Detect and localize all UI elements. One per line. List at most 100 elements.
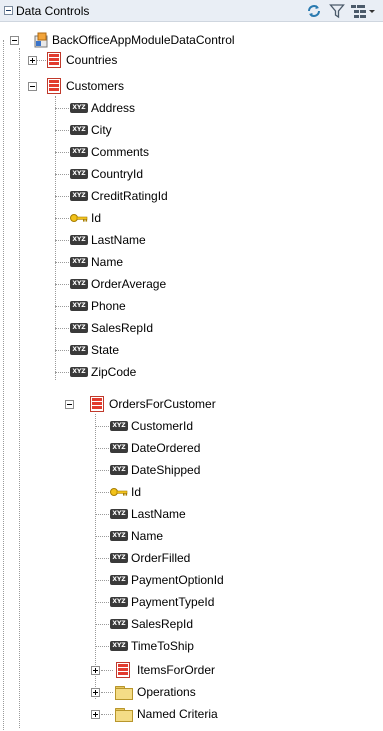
tree-node-attribute[interactable]: XYZ Comments	[0, 142, 383, 162]
tree-node-customers[interactable]: Customers	[0, 76, 383, 96]
tree-node-label: PaymentOptionId	[131, 573, 224, 587]
tree-connector	[55, 108, 69, 110]
tree-connector	[95, 602, 109, 604]
tree-node-label: Comments	[91, 145, 150, 159]
tree-connector	[95, 448, 109, 450]
tree-node-label: Operations	[137, 685, 196, 699]
tree-node-attribute[interactable]: XYZ City	[0, 120, 383, 140]
tree-node-label: Countries	[66, 53, 118, 67]
tree-node-attribute[interactable]: Id	[0, 208, 383, 228]
collapse-toggle-icon[interactable]	[65, 400, 74, 409]
tree-connector	[55, 284, 69, 286]
expand-toggle-icon[interactable]	[91, 666, 100, 675]
tree-connector	[55, 240, 69, 242]
collection-icon	[47, 52, 61, 68]
tree-connector	[101, 714, 113, 716]
tree-node-label: City	[91, 123, 112, 137]
tree-node-label: CountryId	[91, 167, 144, 181]
tree-connector	[95, 646, 109, 648]
tree-connector	[55, 152, 69, 154]
tree-node-attribute[interactable]: XYZ CreditRatingId	[0, 186, 383, 206]
attribute-icon: XYZ	[110, 553, 128, 563]
tree-node-attribute[interactable]: XYZ OrderFilled	[0, 548, 383, 568]
tree-node-attribute[interactable]: XYZ ZipCode	[0, 362, 383, 382]
expand-toggle-icon[interactable]	[28, 56, 37, 65]
tree-node-label: Name	[131, 529, 164, 543]
tree-node-attribute[interactable]: XYZ TimeToShip	[0, 636, 383, 656]
tree-node-attribute[interactable]: XYZ State	[0, 340, 383, 360]
tree-connector	[95, 624, 109, 626]
attribute-icon: XYZ	[70, 103, 88, 113]
tree-connector	[55, 306, 69, 308]
attribute-icon: XYZ	[110, 531, 128, 541]
tree-connector	[55, 350, 69, 352]
tree-node-label: ZipCode	[91, 365, 137, 379]
attribute-icon: XYZ	[70, 301, 88, 311]
filter-icon[interactable]	[329, 3, 345, 19]
tree-node-attribute[interactable]: XYZ DateOrdered	[0, 438, 383, 458]
tree-connector	[55, 130, 69, 132]
tree-connector	[55, 328, 69, 330]
tree-node-attribute[interactable]: XYZ SalesRepId	[0, 614, 383, 634]
attribute-icon: XYZ	[70, 147, 88, 157]
expand-toggle-icon[interactable]	[91, 688, 100, 697]
tree-node-attribute[interactable]: XYZ Name	[0, 526, 383, 546]
tree-node-root[interactable]: BackOfficeAppModuleDataControl	[0, 30, 383, 50]
tree-connector	[95, 426, 109, 428]
tree-node-attribute[interactable]: XYZ Phone	[0, 296, 383, 316]
tree-node-attribute[interactable]: XYZ Name	[0, 252, 383, 272]
tree-node-attribute[interactable]: XYZ LastName	[0, 230, 383, 250]
attribute-icon: XYZ	[110, 443, 128, 453]
collapse-toggle-icon[interactable]	[28, 82, 37, 91]
tree-connector	[55, 196, 69, 198]
tree-node-label: LastName	[131, 507, 186, 521]
tree-connector	[95, 580, 109, 582]
tree-node-attribute[interactable]: XYZ CustomerId	[0, 416, 383, 436]
tree-node-operations[interactable]: Operations	[0, 682, 383, 702]
tree-node-countries[interactable]: Countries	[0, 50, 383, 70]
tree-node-attribute[interactable]: XYZ CountryId	[0, 164, 383, 184]
tree-node-label: State	[91, 343, 120, 357]
tree-node-attribute[interactable]: XYZ Address	[0, 98, 383, 118]
collapse-panel-icon[interactable]	[4, 6, 13, 15]
attribute-icon: XYZ	[110, 465, 128, 475]
folder-icon	[115, 708, 133, 722]
tree-node-attribute[interactable]: Id	[0, 482, 383, 502]
expand-toggle-icon[interactable]	[91, 710, 100, 719]
tree-node-label: Address	[91, 101, 136, 115]
tree-node-attribute[interactable]: XYZ PaymentTypeId	[0, 592, 383, 612]
panel-title: Data Controls	[16, 4, 90, 18]
tree-node-itemsfororder[interactable]: ItemsForOrder	[0, 660, 383, 680]
tree-node-label: SalesRepId	[91, 321, 154, 335]
tree-node-named-criteria[interactable]: Named Criteria	[0, 704, 383, 724]
tree-node-label: Id	[91, 211, 102, 225]
tree-node-attribute[interactable]: XYZ OrderAverage	[0, 274, 383, 294]
tree-connector	[55, 174, 69, 176]
tree-node-label: Named Criteria	[137, 707, 218, 721]
attribute-icon: XYZ	[70, 235, 88, 245]
tree-node-label: Id	[131, 485, 142, 499]
tree-connector	[55, 218, 69, 220]
collapse-toggle-icon[interactable]	[10, 36, 19, 45]
attribute-icon: XYZ	[70, 169, 88, 179]
tree-node-attribute[interactable]: XYZ SalesRepId	[0, 318, 383, 338]
tree-node-label: Phone	[91, 299, 126, 313]
tree-connector	[95, 470, 109, 472]
tree-node-label: Customers	[66, 79, 125, 93]
tree-node-label: DateShipped	[131, 463, 201, 477]
collection-icon	[47, 78, 61, 94]
tree-node-orders-for-customer[interactable]: OrdersForCustomer	[0, 394, 383, 414]
folder-icon	[115, 686, 133, 700]
attribute-icon: XYZ	[70, 257, 88, 267]
panel-header: Data Controls	[0, 0, 383, 22]
tree-options-icon[interactable]	[350, 3, 376, 19]
tree-node-attribute[interactable]: XYZ DateShipped	[0, 460, 383, 480]
tree-node-attribute[interactable]: XYZ PaymentOptionId	[0, 570, 383, 590]
collection-icon	[90, 396, 104, 412]
tree-node-attribute[interactable]: XYZ LastName	[0, 504, 383, 524]
refresh-icon[interactable]	[306, 3, 322, 19]
attribute-icon: XYZ	[70, 367, 88, 377]
tree-connector	[101, 670, 113, 672]
attribute-icon: XYZ	[70, 191, 88, 201]
tree-connector	[55, 372, 69, 374]
